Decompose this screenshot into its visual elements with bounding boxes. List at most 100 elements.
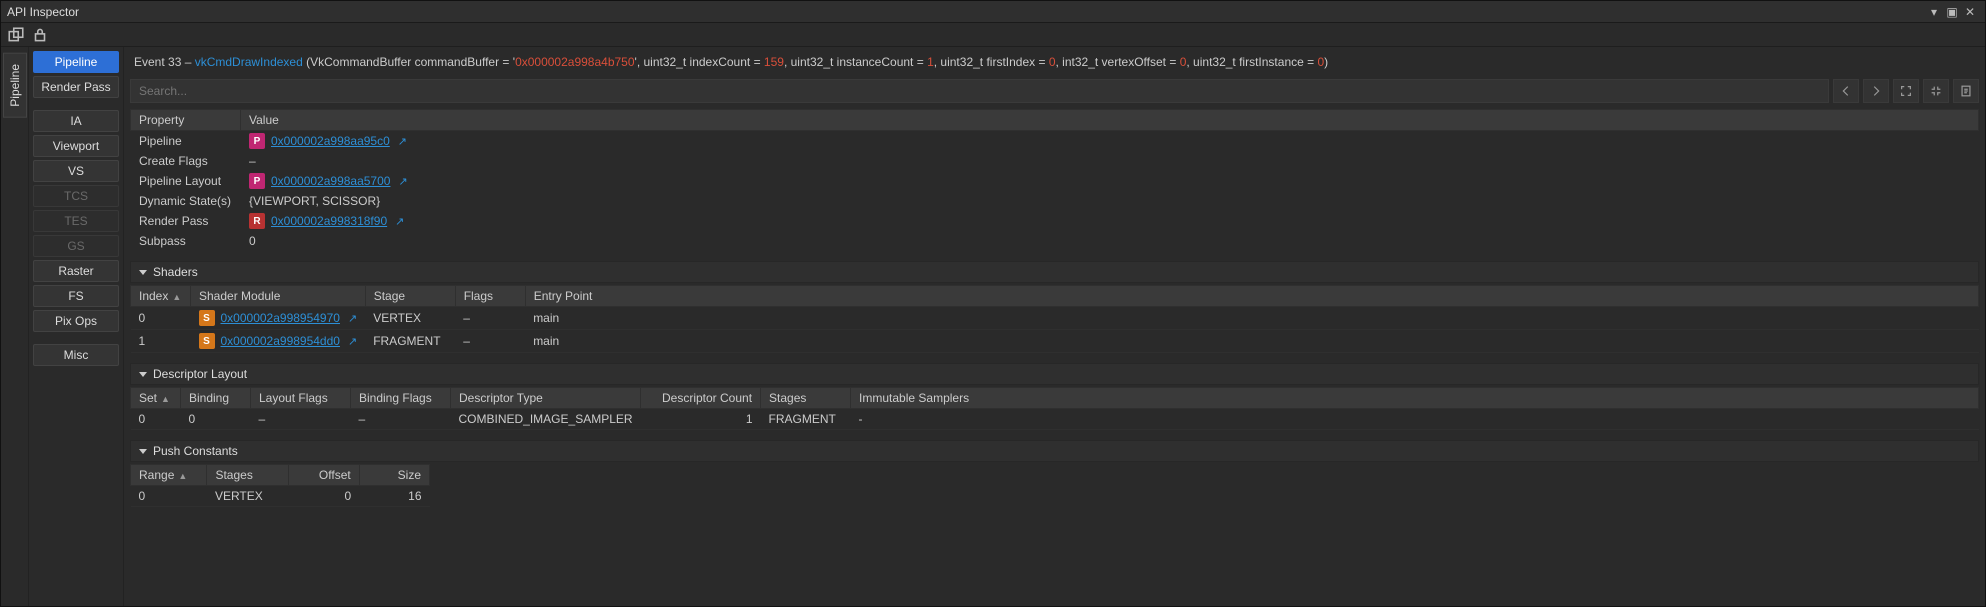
sidebar: Pipeline Render Pass IA Viewport VS TCS … bbox=[29, 47, 124, 606]
event-arg-instancecount: 1 bbox=[927, 55, 934, 69]
sidebar-item-pipeline[interactable]: Pipeline bbox=[33, 51, 119, 73]
col-size[interactable]: Size bbox=[359, 465, 429, 486]
property-key: Pipeline bbox=[131, 131, 241, 152]
sort-asc-icon: ▲ bbox=[178, 471, 187, 481]
shader-badge-icon: S bbox=[199, 310, 215, 326]
window-pin-icon[interactable]: ▾ bbox=[1925, 3, 1943, 21]
nav-next-icon[interactable] bbox=[1863, 79, 1889, 103]
window-close-icon[interactable]: ✕ bbox=[1961, 3, 1979, 21]
property-row: Render Pass R 0x000002a998318f90 ↗ bbox=[131, 211, 1979, 232]
sidebar-item-raster[interactable]: Raster bbox=[33, 260, 119, 282]
col-stage[interactable]: Stage bbox=[365, 286, 455, 307]
property-row: Create Flags – bbox=[131, 152, 1979, 171]
render-pass-badge-icon: R bbox=[249, 213, 265, 229]
property-table: Property Value Pipeline P 0x000002a998aa9… bbox=[130, 109, 1979, 251]
pipeline-layout-badge-icon: P bbox=[249, 173, 265, 189]
col-descriptor-type[interactable]: Descriptor Type bbox=[451, 388, 641, 409]
sort-asc-icon: ▲ bbox=[172, 292, 181, 302]
property-row: Subpass 0 bbox=[131, 232, 1979, 251]
expand-icon[interactable] bbox=[1893, 79, 1919, 103]
pipeline-link[interactable]: 0x000002a998aa95c0 bbox=[271, 134, 390, 148]
shader-module-link[interactable]: 0x000002a998954dd0 bbox=[221, 334, 340, 348]
pipeline-badge-icon: P bbox=[249, 133, 265, 149]
search-input[interactable] bbox=[130, 79, 1829, 103]
shader-module-link[interactable]: 0x000002a998954970 bbox=[221, 311, 340, 325]
chevron-down-icon bbox=[139, 372, 147, 377]
section-header-shaders[interactable]: Shaders bbox=[130, 261, 1979, 283]
section-header-push-constants[interactable]: Push Constants bbox=[130, 440, 1979, 462]
property-value: – bbox=[241, 152, 1979, 171]
event-function: vkCmdDrawIndexed bbox=[195, 55, 303, 69]
shader-badge-icon: S bbox=[199, 333, 215, 349]
sort-asc-icon: ▲ bbox=[161, 394, 170, 404]
main-panel: Event 33 – vkCmdDrawIndexed (VkCommandBu… bbox=[124, 47, 1985, 606]
render-pass-link[interactable]: 0x000002a998318f90 bbox=[271, 214, 387, 228]
sidebar-item-pix-ops[interactable]: Pix Ops bbox=[33, 310, 119, 332]
col-stages[interactable]: Stages bbox=[761, 388, 851, 409]
property-row: Pipeline P 0x000002a998aa95c0 ↗ bbox=[131, 131, 1979, 152]
section-title: Push Constants bbox=[153, 444, 238, 458]
vertical-tabs: Pipeline bbox=[1, 47, 29, 606]
export-icon[interactable] bbox=[1953, 79, 1979, 103]
col-descriptor-count[interactable]: Descriptor Count bbox=[641, 388, 761, 409]
external-link-icon[interactable]: ↗ bbox=[348, 312, 357, 325]
external-link-icon[interactable]: ↗ bbox=[398, 175, 407, 188]
table-row: 1 S0x000002a998954dd0↗ FRAGMENT – main bbox=[131, 330, 1979, 353]
col-stages[interactable]: Stages bbox=[207, 465, 289, 486]
section-title: Shaders bbox=[153, 265, 198, 279]
col-binding[interactable]: Binding bbox=[181, 388, 251, 409]
property-header-value: Value bbox=[241, 110, 1979, 131]
descriptor-table: Set▲ Binding Layout Flags Binding Flags … bbox=[130, 387, 1979, 430]
col-immutable-samplers[interactable]: Immutable Samplers bbox=[851, 388, 1979, 409]
property-row: Dynamic State(s) {VIEWPORT, SCISSOR} bbox=[131, 192, 1979, 211]
shaders-table: Index▲ Shader Module Stage Flags Entry P… bbox=[130, 285, 1979, 353]
api-inspector-window: API Inspector ▾ ▣ ✕ Pipeline Pipeline Re… bbox=[0, 0, 1986, 607]
property-key: Dynamic State(s) bbox=[131, 192, 241, 211]
sidebar-item-misc[interactable]: Misc bbox=[33, 344, 119, 366]
external-link-icon[interactable]: ↗ bbox=[398, 135, 407, 148]
sidebar-item-tes: TES bbox=[33, 210, 119, 232]
property-key: Create Flags bbox=[131, 152, 241, 171]
push-constants-table: Range▲ Stages Offset Size 0 VERTEX 0 16 bbox=[130, 464, 430, 507]
event-arg-commandbuffer: 0x000002a998a4b750 bbox=[515, 55, 634, 69]
chevron-down-icon bbox=[139, 270, 147, 275]
col-binding-flags[interactable]: Binding Flags bbox=[351, 388, 451, 409]
sidebar-item-ia[interactable]: IA bbox=[33, 110, 119, 132]
collapse-icon[interactable] bbox=[1923, 79, 1949, 103]
sidebar-item-fs[interactable]: FS bbox=[33, 285, 119, 307]
col-layout-flags[interactable]: Layout Flags bbox=[251, 388, 351, 409]
sidebar-item-render-pass[interactable]: Render Pass bbox=[33, 76, 119, 98]
property-value: {VIEWPORT, SCISSOR} bbox=[241, 192, 1979, 211]
property-header-property: Property bbox=[131, 110, 241, 131]
col-flags[interactable]: Flags bbox=[455, 286, 525, 307]
search-row bbox=[124, 77, 1985, 105]
col-set[interactable]: Set▲ bbox=[131, 388, 181, 409]
sidebar-item-gs: GS bbox=[33, 235, 119, 257]
body: Pipeline Pipeline Render Pass IA Viewpor… bbox=[1, 47, 1985, 606]
property-key: Subpass bbox=[131, 232, 241, 251]
vertical-tab-pipeline[interactable]: Pipeline bbox=[3, 53, 27, 118]
external-link-icon[interactable]: ↗ bbox=[348, 335, 357, 348]
property-row: Pipeline Layout P0x000002a998aa5700↗ bbox=[131, 171, 1979, 192]
popout-icon[interactable] bbox=[7, 26, 25, 44]
col-entry[interactable]: Entry Point bbox=[525, 286, 1978, 307]
nav-prev-icon[interactable] bbox=[1833, 79, 1859, 103]
property-value: 0 bbox=[241, 232, 1979, 251]
pipeline-layout-link[interactable]: 0x000002a998aa5700 bbox=[271, 174, 390, 188]
titlebar: API Inspector ▾ ▣ ✕ bbox=[1, 1, 1985, 23]
sidebar-item-tcs: TCS bbox=[33, 185, 119, 207]
external-link-icon[interactable]: ↗ bbox=[395, 215, 404, 228]
lock-icon[interactable] bbox=[31, 26, 49, 44]
sidebar-item-vs[interactable]: VS bbox=[33, 160, 119, 182]
sidebar-item-viewport[interactable]: Viewport bbox=[33, 135, 119, 157]
col-offset[interactable]: Offset bbox=[289, 465, 359, 486]
toolbar bbox=[1, 23, 1985, 47]
col-range[interactable]: Range▲ bbox=[131, 465, 207, 486]
table-row: 0 0 – – COMBINED_IMAGE_SAMPLER 1 FRAGMEN… bbox=[131, 409, 1979, 430]
window-restore-icon[interactable]: ▣ bbox=[1943, 3, 1961, 21]
col-index[interactable]: Index▲ bbox=[131, 286, 191, 307]
col-module[interactable]: Shader Module bbox=[191, 286, 366, 307]
section-header-descriptor[interactable]: Descriptor Layout bbox=[130, 363, 1979, 385]
table-row: 0 S0x000002a998954970↗ VERTEX – main bbox=[131, 307, 1979, 330]
property-key: Render Pass bbox=[131, 211, 241, 232]
